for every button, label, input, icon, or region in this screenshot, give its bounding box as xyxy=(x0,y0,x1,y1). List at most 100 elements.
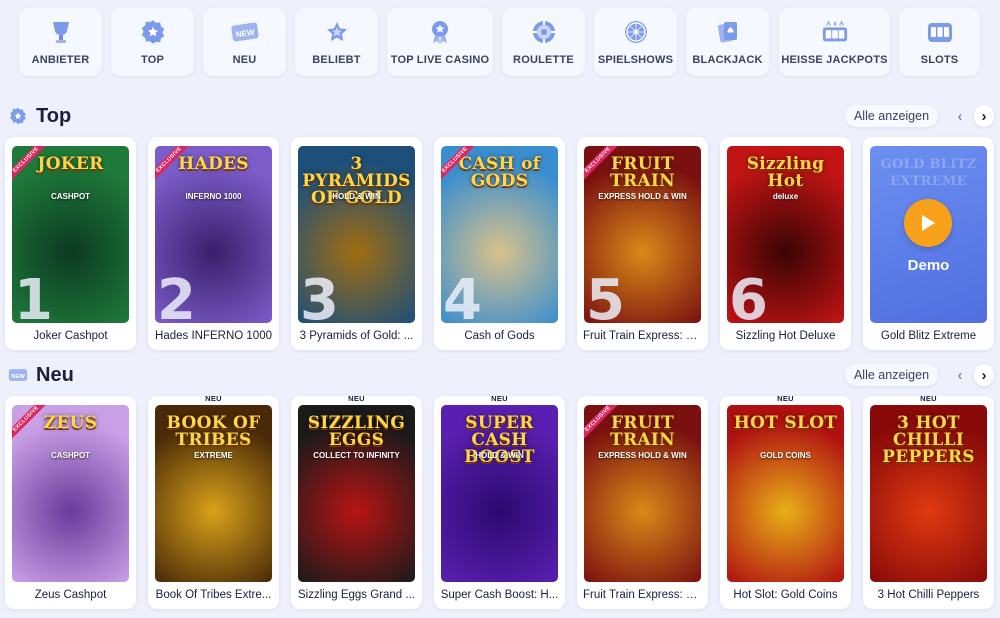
game-name: Sizzling Eggs Grand ... xyxy=(298,589,415,601)
game-name: Fruit Train Express: H... xyxy=(583,589,702,601)
star-icon xyxy=(323,19,351,45)
chevron-left-icon: ‹ xyxy=(957,107,963,125)
category-label: HEISSE JACKPOTS xyxy=(781,54,888,66)
game-thumbnail[interactable]: 3 PYRAMIDS OF GOLD HOLD & WIN 3 xyxy=(298,146,415,323)
game-card[interactable]: JOKER CASHPOT EXCLUSIVE 1 Joker Cashpot xyxy=(5,137,136,350)
game-card[interactable]: 3 HOT CHILLI PEPPERS 3 Hot Chilli Pepper… xyxy=(863,394,994,609)
game-art-subtitle: CASHPOT xyxy=(50,451,91,460)
game-thumbnail[interactable]: 3 HOT CHILLI PEPPERS xyxy=(870,405,987,582)
chevron-left-icon: ‹ xyxy=(957,366,963,384)
game-art-subtitle: EXPRESS HOLD & WIN xyxy=(598,451,687,460)
play-icon[interactable] xyxy=(904,199,952,247)
wheel-icon xyxy=(622,19,650,45)
category-label: NEU xyxy=(232,54,257,66)
category-label: ROULETTE xyxy=(513,54,574,66)
category-label: TOP LIVE CASINO xyxy=(390,54,490,66)
game-thumbnail[interactable]: JOKER CASHPOT EXCLUSIVE 1 xyxy=(12,146,129,323)
category-label: SLOTS xyxy=(920,54,959,66)
next-arrow-top[interactable]: › xyxy=(974,105,994,127)
category-label: TOP xyxy=(140,54,164,66)
game-name: Hot Slot: Gold Coins xyxy=(733,589,838,601)
game-name: Gold Blitz Extreme xyxy=(880,330,977,342)
game-card[interactable]: FRUIT TRAIN EXPRESS HOLD & WIN EXCLUSIVE… xyxy=(577,396,708,609)
game-art-subtitle: INFERNO 1000 xyxy=(185,192,242,201)
game-art-subtitle: deluxe xyxy=(772,192,799,201)
new-tag: NEU xyxy=(920,394,937,403)
game-card[interactable]: HADES INFERNO 1000 EXCLUSIVE 2 Hades INF… xyxy=(148,137,279,350)
game-thumbnail[interactable]: BOOK OF TRIBES EXTREME xyxy=(155,405,272,582)
new-tag: NEU xyxy=(348,394,365,403)
game-thumbnail[interactable]: SIZZLING EGGS COLLECT TO INFINITY xyxy=(298,405,415,582)
game-thumbnail[interactable]: HADES INFERNO 1000 EXCLUSIVE 2 xyxy=(155,146,272,323)
game-name: 3 Hot Chilli Peppers xyxy=(877,589,980,601)
section-title: Top xyxy=(36,104,72,127)
medal-icon xyxy=(426,19,454,45)
svg-text:NEW: NEW xyxy=(11,374,25,380)
category-tab-spielshows[interactable]: SPIELSHOWS xyxy=(594,8,677,76)
category-label: SPIELSHOWS xyxy=(597,54,674,66)
category-tab-anbieter[interactable]: ANBIETER xyxy=(19,8,102,76)
game-thumbnail[interactable]: HOT SLOT GOLD COINS xyxy=(727,405,844,582)
game-name: Cash of Gods xyxy=(464,330,535,342)
game-card[interactable]: CASH of GODS EXCLUSIVE 4 Cash of Gods xyxy=(434,137,565,350)
new-tag: NEU xyxy=(777,394,794,403)
game-card[interactable]: 3 PYRAMIDS OF GOLD HOLD & WIN 3 3 Pyrami… xyxy=(291,137,422,350)
prev-arrow-new[interactable]: ‹ xyxy=(950,364,970,386)
game-name: Book Of Tribes Extre... xyxy=(155,589,272,601)
game-art-subtitle: EXTREME xyxy=(194,451,233,460)
category-tab-top-live-casino[interactable]: TOP LIVE CASINO xyxy=(387,8,493,76)
game-name: Super Cash Boost: H... xyxy=(440,589,559,601)
game-card[interactable]: GOLD BLITZ EXTREME Demo Gold Blitz Extre… xyxy=(863,137,994,350)
star-badge-icon xyxy=(139,19,167,45)
game-card[interactable]: BOOK OF TRIBES EXTREME Book Of Tribes Ex… xyxy=(148,394,279,609)
category-tab-heisse-jackpots[interactable]: HEISSE JACKPOTS xyxy=(779,8,890,76)
game-thumbnail[interactable]: CASH of GODS EXCLUSIVE 4 xyxy=(441,146,558,323)
game-art-subtitle: COLLECT TO INFINITY xyxy=(313,451,400,460)
game-card[interactable]: FRUIT TRAIN EXPRESS HOLD & WIN EXCLUSIVE… xyxy=(577,137,708,350)
game-art-title: HOT SLOT xyxy=(733,413,838,433)
new-badge-icon: NEW xyxy=(8,365,28,385)
game-thumbnail[interactable]: ZEUS CASHPOT EXCLUSIVE xyxy=(12,405,129,582)
rank-number: 5 xyxy=(586,268,625,324)
game-card[interactable]: HOT SLOT GOLD COINS Hot Slot: Gold Coins… xyxy=(720,394,851,609)
prev-arrow-top[interactable]: ‹ xyxy=(950,105,970,127)
next-arrow-new[interactable]: › xyxy=(974,364,994,386)
game-art-title: Sizzling Hot xyxy=(746,154,825,191)
rank-number: 1 xyxy=(14,268,53,324)
game-name: Hades INFERNO 1000 xyxy=(155,330,272,342)
game-thumbnail[interactable]: GOLD BLITZ EXTREME Demo xyxy=(870,146,987,323)
game-card[interactable]: SUPER CASH BOOST HOLD & WIN Super Cash B… xyxy=(434,394,565,609)
game-card[interactable]: ZEUS CASHPOT EXCLUSIVE Zeus Cashpot xyxy=(5,396,136,609)
section-header-new: NEW Neu xyxy=(8,363,74,387)
new-tag: NEU xyxy=(205,394,222,403)
game-card[interactable]: Sizzling Hot deluxe 6 Sizzling Hot Delux… xyxy=(720,137,851,350)
game-art-subtitle: GOLD COINS xyxy=(760,451,811,460)
game-art-subtitle: CASHPOT xyxy=(50,192,91,201)
category-tab-beliebt[interactable]: BELIEBT xyxy=(295,8,378,76)
rank-number: 3 xyxy=(300,268,339,324)
category-tab-neu[interactable]: NEW NEU xyxy=(203,8,286,76)
category-tab-blackjack[interactable]: BLACKJACK xyxy=(686,8,769,76)
game-thumbnail[interactable]: Sizzling Hot deluxe 6 xyxy=(727,146,844,323)
category-tab-top[interactable]: TOP xyxy=(111,8,194,76)
game-art-title: 3 HOT CHILLI PEPPERS xyxy=(882,413,975,467)
game-thumbnail[interactable]: SUPER CASH BOOST HOLD & WIN xyxy=(441,405,558,582)
section-title: Neu xyxy=(36,363,74,386)
show-all-top-button[interactable]: Alle anzeigen xyxy=(845,105,938,127)
game-name: Sizzling Hot Deluxe xyxy=(735,330,836,342)
demo-label: Demo xyxy=(907,257,950,274)
game-art-title: CASH of GODS xyxy=(458,154,541,191)
category-tab-roulette[interactable]: ROULETTE xyxy=(502,8,585,76)
show-all-new-button[interactable]: Alle anzeigen xyxy=(845,364,938,386)
game-thumbnail[interactable]: FRUIT TRAIN EXPRESS HOLD & WIN EXCLUSIVE xyxy=(584,405,701,582)
trophy-icon xyxy=(47,19,75,45)
game-card[interactable]: SIZZLING EGGS COLLECT TO INFINITY Sizzli… xyxy=(291,394,422,609)
game-art-title: FRUIT TRAIN xyxy=(610,413,675,450)
game-thumbnail[interactable]: FRUIT TRAIN EXPRESS HOLD & WIN EXCLUSIVE… xyxy=(584,146,701,323)
category-label: BELIEBT xyxy=(312,54,361,66)
category-label: ANBIETER xyxy=(31,54,90,66)
category-tab-slots[interactable]: SLOTS xyxy=(899,8,980,76)
rank-number: 2 xyxy=(157,268,196,324)
category-label: BLACKJACK xyxy=(692,54,763,66)
game-name: Zeus Cashpot xyxy=(34,589,107,601)
